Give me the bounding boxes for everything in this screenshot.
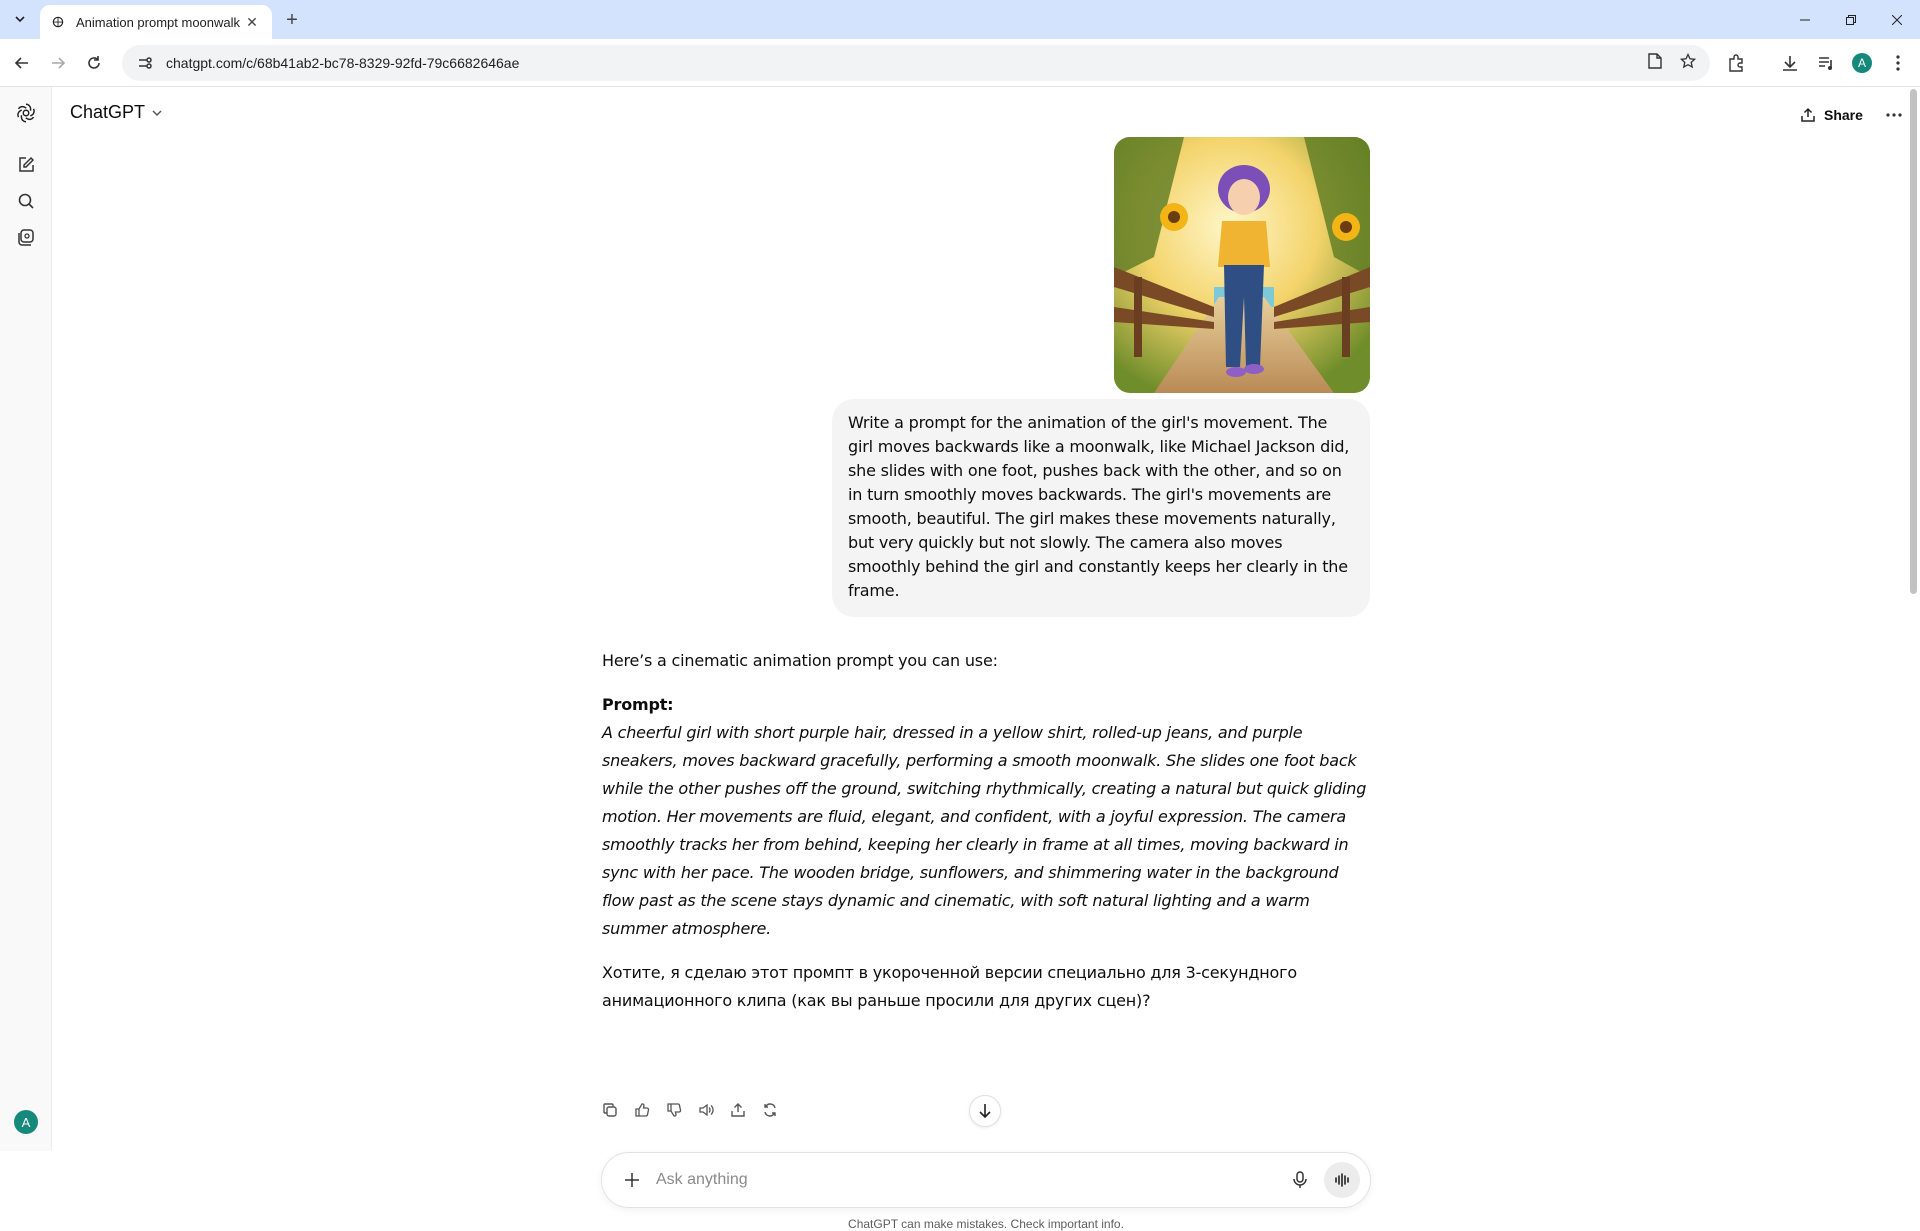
- new-chat-icon[interactable]: [14, 153, 38, 177]
- prompt-body: A cheerful girl with short purple hair, …: [602, 723, 1367, 938]
- restore-button[interactable]: [1828, 0, 1874, 39]
- good-response-button[interactable]: [632, 1100, 652, 1120]
- browser-toolbar: chatgpt.com/c/68b41ab2-bc78-8329-92fd-79…: [0, 39, 1920, 87]
- conversation-options-button[interactable]: [1882, 101, 1906, 129]
- copy-button[interactable]: [600, 1100, 620, 1120]
- browser-menu-icon[interactable]: [1886, 51, 1910, 75]
- arrow-right-icon: [52, 57, 66, 69]
- dictate-button[interactable]: [1286, 1166, 1314, 1194]
- more-horizontal-icon: [1886, 113, 1902, 117]
- bad-response-button[interactable]: [664, 1100, 684, 1120]
- chatgpt-app: A ChatGPT Share Write a prompt for the a…: [0, 87, 1920, 1231]
- openai-logo-icon: [50, 14, 66, 30]
- assistant-intro: Here’s a cinematic animation prompt you …: [602, 651, 998, 670]
- upload-icon: [731, 1103, 745, 1117]
- close-window-button[interactable]: [1874, 0, 1920, 39]
- back-button[interactable]: [10, 51, 34, 75]
- scrollbar-thumb[interactable]: [1910, 89, 1917, 594]
- minimize-button[interactable]: [1782, 0, 1828, 39]
- browser-tabstrip: Animation prompt moonwalk ✕ +: [0, 0, 1920, 39]
- bookmark-star-icon[interactable]: [1679, 52, 1697, 74]
- address-bar[interactable]: chatgpt.com/c/68b41ab2-bc78-8329-92fd-79…: [122, 45, 1710, 81]
- close-icon: [1892, 14, 1902, 25]
- close-tab-icon[interactable]: ✕: [242, 12, 262, 32]
- plus-icon: [625, 1173, 639, 1187]
- prompt-heading: Prompt:: [602, 695, 674, 714]
- chevron-down-icon: [152, 109, 162, 116]
- arrow-down-icon: [979, 1104, 991, 1119]
- media-controls-icon[interactable]: [1814, 51, 1838, 75]
- extensions-icon[interactable]: [1724, 51, 1748, 75]
- model-name: ChatGPT: [70, 102, 146, 122]
- search-icon[interactable]: [14, 189, 38, 213]
- thumbs-down-icon: [667, 1103, 682, 1117]
- share-icon: [1801, 107, 1815, 122]
- profile-button[interactable]: A: [1850, 51, 1874, 75]
- waveform-icon: [1335, 1173, 1349, 1187]
- speaker-icon: [699, 1103, 714, 1117]
- new-tab-button[interactable]: +: [280, 8, 304, 32]
- message-actions: [600, 1100, 780, 1120]
- share-label: Share: [1824, 107, 1863, 123]
- tab-search-button[interactable]: [8, 7, 32, 31]
- attach-button[interactable]: [620, 1168, 644, 1192]
- browser-tab-active[interactable]: Animation prompt moonwalk ✕: [40, 5, 272, 39]
- reload-icon: [88, 56, 100, 69]
- assistant-followup: Хотите, я сделаю этот промпт в укороченн…: [602, 963, 1297, 1010]
- tab-title: Animation prompt moonwalk: [76, 14, 241, 30]
- voice-mode-button[interactable]: [1324, 1162, 1360, 1198]
- user-avatar[interactable]: A: [14, 1110, 38, 1134]
- refresh-icon: [764, 1103, 776, 1117]
- girl-on-bridge-illustration: [1114, 137, 1370, 393]
- chevron-down-icon: [15, 16, 25, 23]
- site-info-icon[interactable]: [136, 54, 154, 72]
- disclaimer-text: ChatGPT can make mistakes. Check importa…: [848, 1217, 1124, 1231]
- library-icon[interactable]: [14, 225, 38, 249]
- thumbs-up-icon: [635, 1103, 650, 1117]
- read-aloud-button[interactable]: [696, 1100, 716, 1120]
- arrow-left-icon: [14, 57, 28, 69]
- reload-button[interactable]: [82, 51, 106, 75]
- scrollbar[interactable]: [1906, 87, 1920, 1151]
- profile-avatar: A: [1852, 53, 1872, 73]
- minimize-icon: [1800, 19, 1810, 20]
- share-button[interactable]: Share: [1800, 101, 1863, 129]
- download-icon[interactable]: [1778, 51, 1802, 75]
- copy-icon: [603, 1103, 617, 1117]
- forward-button[interactable]: [46, 51, 70, 75]
- url-text: chatgpt.com/c/68b41ab2-bc78-8329-92fd-79…: [166, 55, 520, 71]
- chat-input[interactable]: [656, 1171, 1286, 1189]
- message-composer: [601, 1152, 1371, 1208]
- microphone-icon: [1293, 1171, 1307, 1188]
- user-message-bubble: Write a prompt for the animation of the …: [832, 399, 1370, 617]
- assistant-message: Here’s a cinematic animation prompt you …: [602, 647, 1372, 1015]
- window-controls: [1782, 0, 1920, 39]
- page-icon[interactable]: [1648, 52, 1662, 74]
- sidebar-rail: A: [0, 87, 52, 1151]
- user-message-text: Write a prompt for the animation of the …: [848, 413, 1350, 600]
- regenerate-button[interactable]: [760, 1100, 780, 1120]
- uploaded-image[interactable]: [1114, 137, 1370, 393]
- openai-logo-icon[interactable]: [14, 101, 38, 125]
- restore-icon: [1846, 14, 1856, 25]
- scroll-to-bottom-button[interactable]: [969, 1095, 1001, 1127]
- model-selector[interactable]: ChatGPT: [70, 102, 163, 123]
- share-message-button[interactable]: [728, 1100, 748, 1120]
